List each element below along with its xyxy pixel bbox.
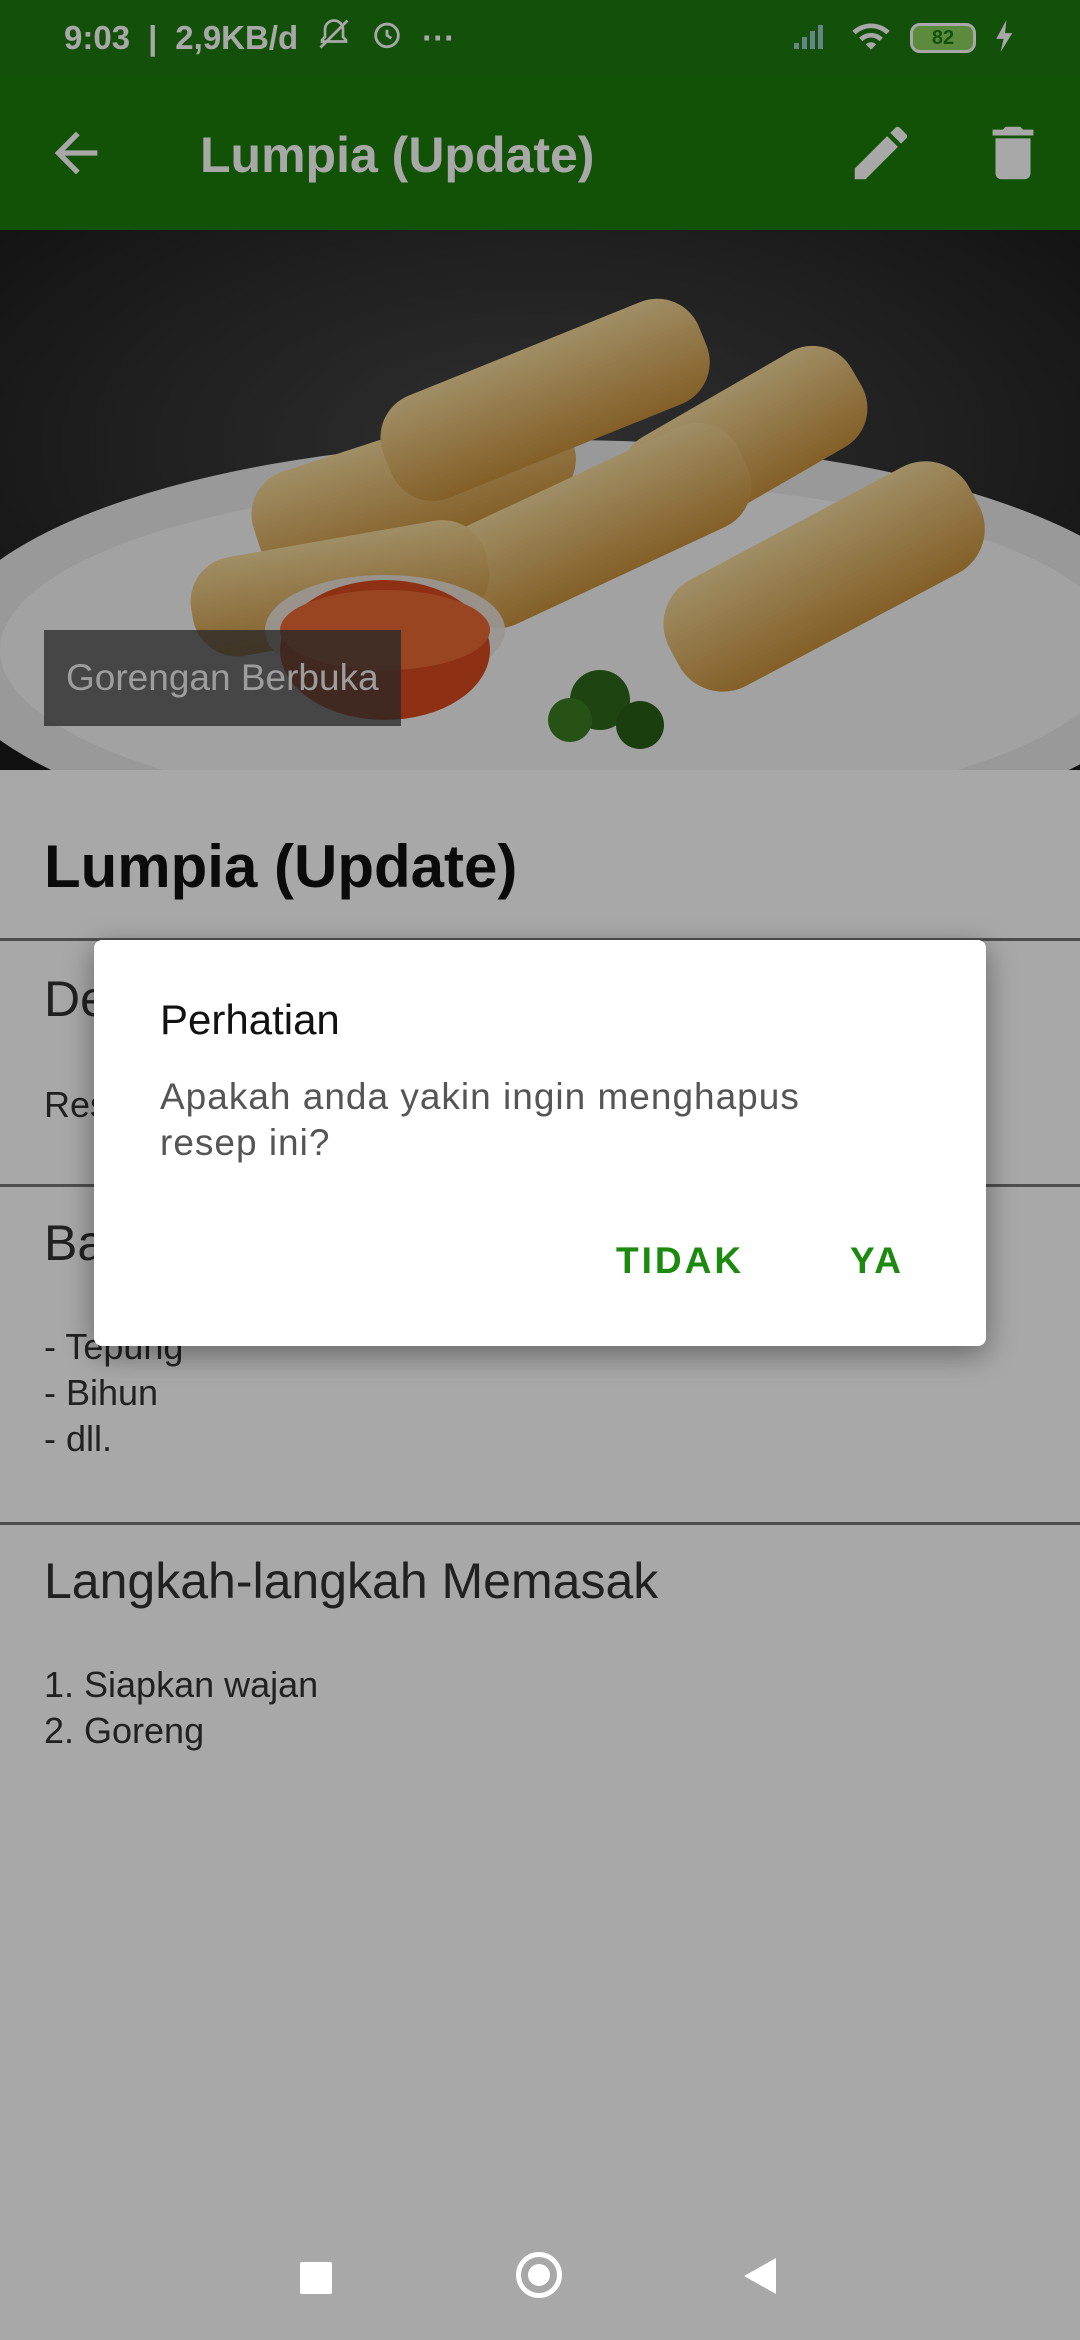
confirm-delete-dialog: Perhatian Apakah anda yakin ingin mengha… (94, 940, 986, 1346)
home-button[interactable] (516, 2252, 562, 2298)
cancel-button[interactable]: TIDAK (616, 1240, 744, 1282)
confirm-button[interactable]: YA (850, 1240, 904, 1282)
dialog-message: Apakah anda yakin ingin menghapus resep … (160, 1076, 800, 1163)
recents-button[interactable] (300, 2262, 332, 2294)
system-nav-bar (0, 2230, 1080, 2340)
dialog-title: Perhatian (160, 996, 340, 1043)
back-nav-button[interactable] (744, 2258, 776, 2294)
